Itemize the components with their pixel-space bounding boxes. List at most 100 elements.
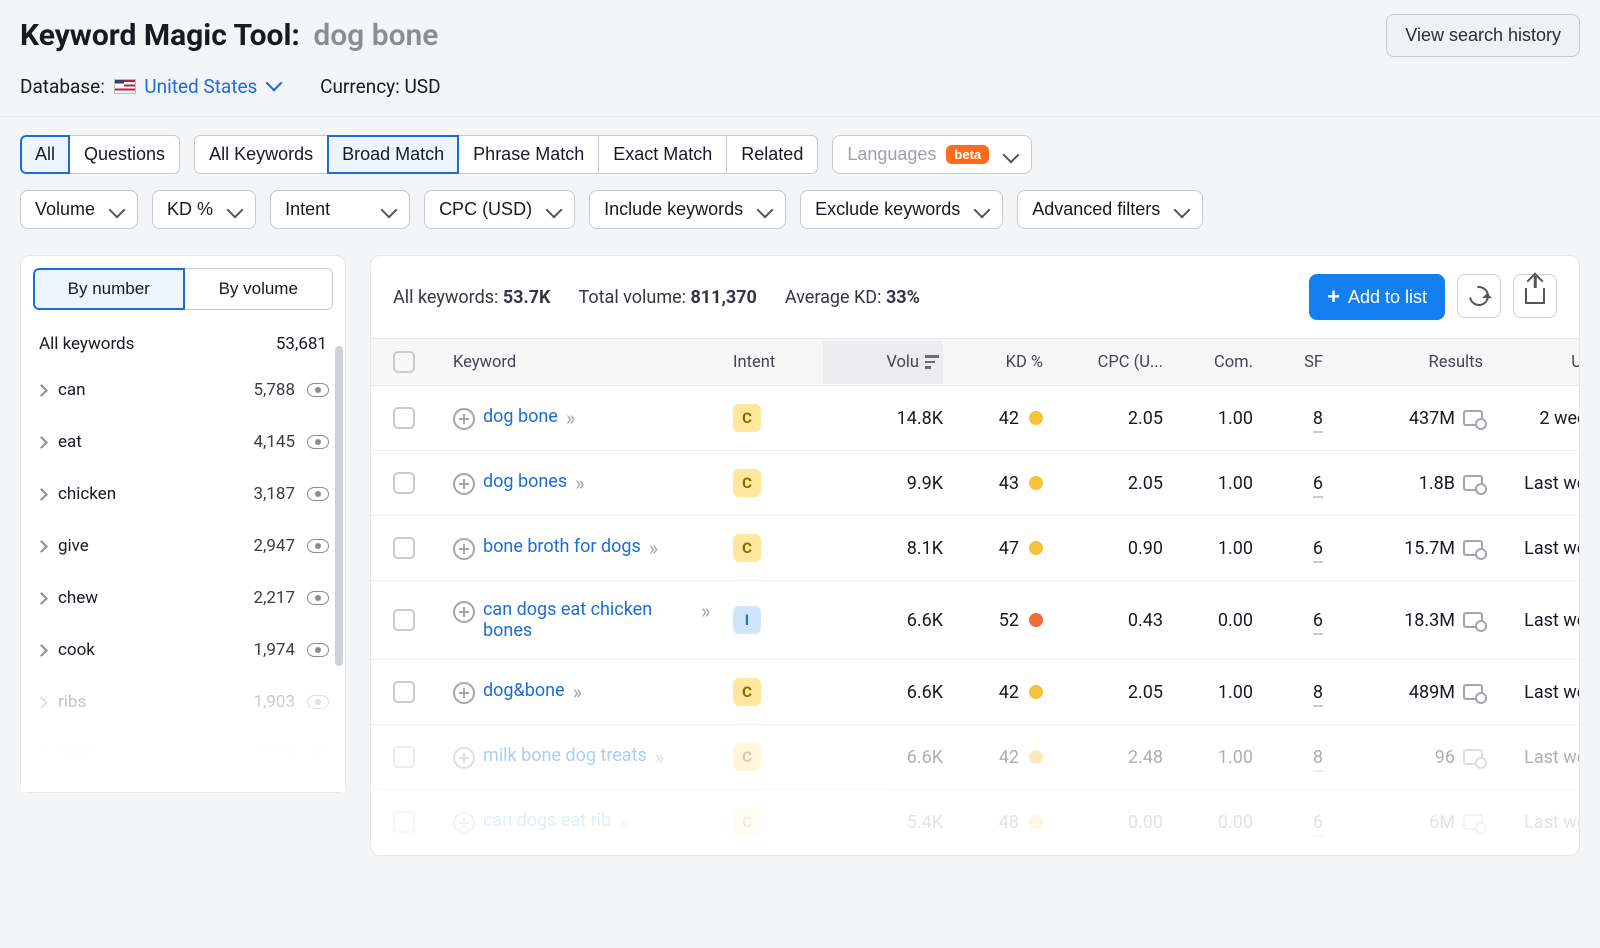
eye-icon[interactable] bbox=[307, 591, 329, 605]
database-selector[interactable]: Database: United States bbox=[20, 75, 280, 98]
keyword-cell[interactable]: milk bone dog treats » bbox=[453, 745, 733, 769]
double-chevron-icon[interactable]: » bbox=[701, 599, 706, 623]
keyword-link[interactable]: dog bones bbox=[483, 471, 567, 492]
chevron-right-icon bbox=[35, 644, 48, 657]
col-intent[interactable]: Intent bbox=[733, 353, 823, 372]
double-chevron-icon[interactable]: » bbox=[573, 680, 578, 704]
eye-icon[interactable] bbox=[307, 383, 329, 397]
cpc-cell: 2.05 bbox=[1043, 473, 1163, 494]
keyword-cell[interactable]: dog bone » bbox=[453, 406, 733, 430]
sidebar-group-item[interactable]: chicken 3,187 bbox=[33, 468, 333, 520]
tab-related[interactable]: Related bbox=[726, 135, 818, 174]
eye-icon[interactable] bbox=[307, 747, 329, 761]
row-checkbox[interactable] bbox=[393, 681, 415, 703]
add-keyword-icon[interactable] bbox=[453, 538, 475, 560]
intent-badge: C bbox=[733, 678, 761, 706]
chevron-down-icon bbox=[974, 201, 991, 218]
sidebar-group-item[interactable]: eat 4,145 bbox=[33, 416, 333, 468]
keyword-link[interactable]: dog bone bbox=[483, 406, 558, 427]
keyword-cell[interactable]: can dogs eat rib » bbox=[453, 810, 733, 834]
double-chevron-icon[interactable]: » bbox=[649, 536, 654, 560]
sidebar-group-item[interactable]: chew 2,217 bbox=[33, 572, 333, 624]
col-volume[interactable]: Volu bbox=[823, 341, 943, 384]
filter-include-keywords[interactable]: Include keywords bbox=[589, 190, 786, 229]
tab-all[interactable]: All bbox=[20, 135, 70, 174]
serp-preview-icon[interactable] bbox=[1463, 410, 1483, 426]
filter-intent[interactable]: Intent bbox=[270, 190, 410, 229]
keyword-link[interactable]: milk bone dog treats bbox=[483, 745, 647, 766]
export-button[interactable] bbox=[1513, 274, 1557, 318]
eye-icon[interactable] bbox=[307, 435, 329, 449]
double-chevron-icon[interactable]: » bbox=[619, 810, 624, 834]
col-kd[interactable]: KD % bbox=[943, 353, 1043, 372]
row-checkbox[interactable] bbox=[393, 537, 415, 559]
serp-preview-icon[interactable] bbox=[1463, 749, 1483, 765]
kd-cell: 42 bbox=[943, 408, 1043, 429]
add-keyword-icon[interactable] bbox=[453, 747, 475, 769]
add-to-list-button[interactable]: +Add to list bbox=[1309, 274, 1445, 320]
sort-by-volume[interactable]: By volume bbox=[184, 268, 334, 310]
keyword-cell[interactable]: dog bones » bbox=[453, 471, 733, 495]
keyword-cell[interactable]: bone broth for dogs » bbox=[453, 536, 733, 560]
select-all-checkbox[interactable] bbox=[393, 351, 415, 373]
sidebar-group-item[interactable]: give 2,947 bbox=[33, 520, 333, 572]
row-checkbox[interactable] bbox=[393, 472, 415, 494]
add-keyword-icon[interactable] bbox=[453, 408, 475, 430]
sidebar-group-item[interactable]: cook 1,974 bbox=[33, 624, 333, 676]
add-keyword-icon[interactable] bbox=[453, 473, 475, 495]
filter-advanced[interactable]: Advanced filters bbox=[1017, 190, 1203, 229]
filter-kd[interactable]: KD % bbox=[152, 190, 256, 229]
keyword-cell[interactable]: dog&bone » bbox=[453, 680, 733, 704]
col-results[interactable]: Results bbox=[1323, 353, 1483, 372]
col-keyword[interactable]: Keyword bbox=[453, 353, 733, 372]
refresh-button[interactable] bbox=[1457, 274, 1501, 318]
eye-icon[interactable] bbox=[307, 539, 329, 553]
tab-questions[interactable]: Questions bbox=[69, 135, 180, 174]
volume-cell: 8.1K bbox=[823, 538, 943, 559]
row-checkbox[interactable] bbox=[393, 746, 415, 768]
tab-broad-match[interactable]: Broad Match bbox=[327, 135, 459, 174]
serp-preview-icon[interactable] bbox=[1463, 814, 1483, 830]
col-com[interactable]: Com. bbox=[1163, 353, 1253, 372]
tab-phrase-match[interactable]: Phrase Match bbox=[458, 135, 599, 174]
serp-preview-icon[interactable] bbox=[1463, 684, 1483, 700]
eye-icon[interactable] bbox=[307, 487, 329, 501]
tab-all-keywords[interactable]: All Keywords bbox=[194, 135, 328, 174]
keyword-link[interactable]: bone broth for dogs bbox=[483, 536, 641, 557]
filter-volume[interactable]: Volume bbox=[20, 190, 138, 229]
add-keyword-icon[interactable] bbox=[453, 682, 475, 704]
col-cpc[interactable]: CPC (U... bbox=[1043, 353, 1163, 372]
add-keyword-icon[interactable] bbox=[453, 601, 475, 623]
view-search-history-button[interactable]: View search history bbox=[1386, 14, 1580, 57]
col-sf[interactable]: SF bbox=[1253, 353, 1323, 372]
add-keyword-icon[interactable] bbox=[453, 812, 475, 834]
scrollbar-thumb[interactable] bbox=[335, 346, 343, 666]
eye-icon[interactable] bbox=[307, 695, 329, 709]
sidebar-item-count: 2,947 bbox=[253, 536, 295, 556]
filter-cpc[interactable]: CPC (USD) bbox=[424, 190, 575, 229]
sidebar-group-item[interactable]: ribs 1,903 bbox=[33, 676, 333, 728]
filter-exclude-keywords[interactable]: Exclude keywords bbox=[800, 190, 1003, 229]
keyword-link[interactable]: can dogs eat chicken bones bbox=[483, 599, 693, 641]
row-checkbox[interactable] bbox=[393, 609, 415, 631]
row-checkbox[interactable] bbox=[393, 407, 415, 429]
double-chevron-icon[interactable]: » bbox=[655, 745, 660, 769]
serp-preview-icon[interactable] bbox=[1463, 540, 1483, 556]
keyword-link[interactable]: can dogs eat rib bbox=[483, 810, 611, 831]
volume-cell: 5.4K bbox=[823, 812, 943, 833]
sidebar-group-item[interactable]: can 5,788 bbox=[33, 364, 333, 416]
keyword-cell[interactable]: can dogs eat chicken bones » bbox=[453, 599, 733, 641]
sidebar-all-keywords[interactable]: All keywords 53,681 bbox=[33, 324, 333, 364]
double-chevron-icon[interactable]: » bbox=[566, 406, 571, 430]
sidebar-group-item[interactable]: treat 1,763 bbox=[33, 728, 333, 780]
row-checkbox[interactable] bbox=[393, 811, 415, 833]
sort-by-number[interactable]: By number bbox=[33, 268, 185, 310]
eye-icon[interactable] bbox=[307, 643, 329, 657]
serp-preview-icon[interactable] bbox=[1463, 612, 1483, 628]
double-chevron-icon[interactable]: » bbox=[575, 471, 580, 495]
col-updated[interactable]: Updated bbox=[1483, 353, 1580, 372]
tab-exact-match[interactable]: Exact Match bbox=[598, 135, 727, 174]
serp-preview-icon[interactable] bbox=[1463, 475, 1483, 491]
keyword-link[interactable]: dog&bone bbox=[483, 680, 565, 701]
languages-dropdown[interactable]: Languages beta bbox=[832, 135, 1032, 174]
